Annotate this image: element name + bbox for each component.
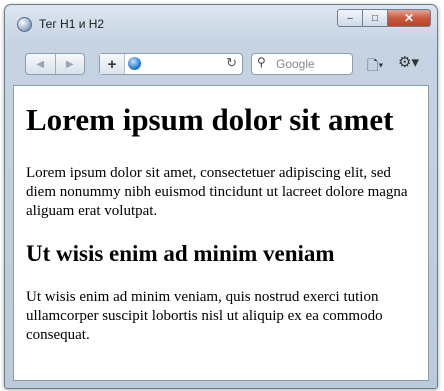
browser-toolbar: ◀ ▶ + ↻ ⚲ 🗋▾ ⚙▾	[13, 45, 429, 75]
back-button[interactable]: ◀	[26, 54, 55, 74]
gear-icon[interactable]: ⚙▾	[398, 53, 419, 71]
close-button[interactable]: ✕	[387, 9, 431, 27]
address-bar[interactable]: + ↻	[99, 53, 243, 75]
paragraph-1: Lorem ipsum dolor sit amet, consectetuer…	[26, 165, 408, 219]
search-icon[interactable]: ⚲	[257, 55, 266, 69]
page-heading-h2: Ut wisis enim ad minim veniam	[26, 241, 335, 266]
add-bookmark-button[interactable]: +	[100, 54, 125, 74]
maximize-button[interactable]: □	[362, 9, 388, 27]
title-bar[interactable]: Тег H1 и H2 – □ ✕	[5, 5, 437, 41]
search-input[interactable]	[276, 57, 350, 71]
page-content: Lorem ipsum dolor sit amet Lorem ipsum d…	[13, 85, 429, 381]
forward-button[interactable]: ▶	[54, 54, 85, 74]
browser-window: Тег H1 и H2 – □ ✕ ◀ ▶ + ↻ ⚲ 🗋▾ ⚙▾ Lorem …	[4, 4, 438, 389]
browser-app-icon[interactable]	[17, 17, 32, 32]
window-title: Тег H1 и H2	[39, 17, 105, 31]
page-menu-icon[interactable]: 🗋▾	[367, 55, 383, 79]
globe-icon	[128, 57, 141, 70]
paragraph-2: Ut wisis enim ad minim veniam, quis nost…	[26, 289, 383, 343]
reload-icon[interactable]: ↻	[226, 55, 237, 71]
window-controls: – □ ✕	[337, 9, 431, 27]
minimize-button[interactable]: –	[337, 9, 363, 27]
page-heading-h1: Lorem ipsum dolor sit amet	[26, 102, 394, 137]
navigation-buttons: ◀ ▶	[25, 53, 85, 75]
search-box[interactable]: ⚲	[251, 53, 353, 75]
